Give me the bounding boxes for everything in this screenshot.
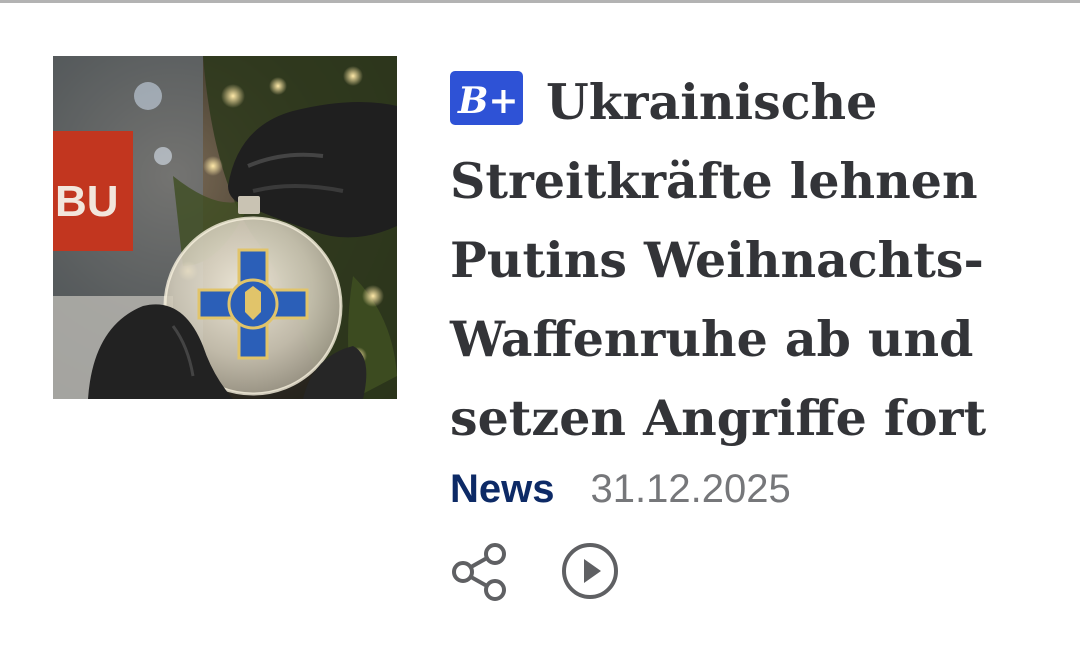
headline[interactable]: Ukrainische Streitkräfte lehnen Putins W… bbox=[450, 73, 986, 447]
article-teaser[interactable]: BU B+ Ukrainische Streitkräfte lehnen Pu… bbox=[0, 0, 1080, 660]
article-thumbnail[interactable]: BU bbox=[53, 56, 397, 399]
article-text[interactable]: B+ Ukrainische Streitkräfte lehnen Putins… bbox=[450, 63, 1050, 458]
publish-date: 31.12.2025 bbox=[590, 466, 791, 511]
headline-block[interactable]: B+ Ukrainische Streitkräfte lehnen Putins… bbox=[450, 63, 1050, 458]
category-link[interactable]: News bbox=[450, 467, 555, 512]
christmas-ornament-image: BU bbox=[53, 56, 397, 399]
badge-label: B+ bbox=[457, 80, 519, 122]
article-meta: News 31.12.2025 bbox=[450, 461, 791, 517]
share-icon[interactable] bbox=[450, 541, 510, 601]
bild-plus-icon: B+ bbox=[450, 71, 523, 125]
play-icon[interactable] bbox=[560, 541, 620, 601]
sign-text: BU bbox=[55, 177, 119, 226]
article-actions bbox=[450, 541, 620, 601]
